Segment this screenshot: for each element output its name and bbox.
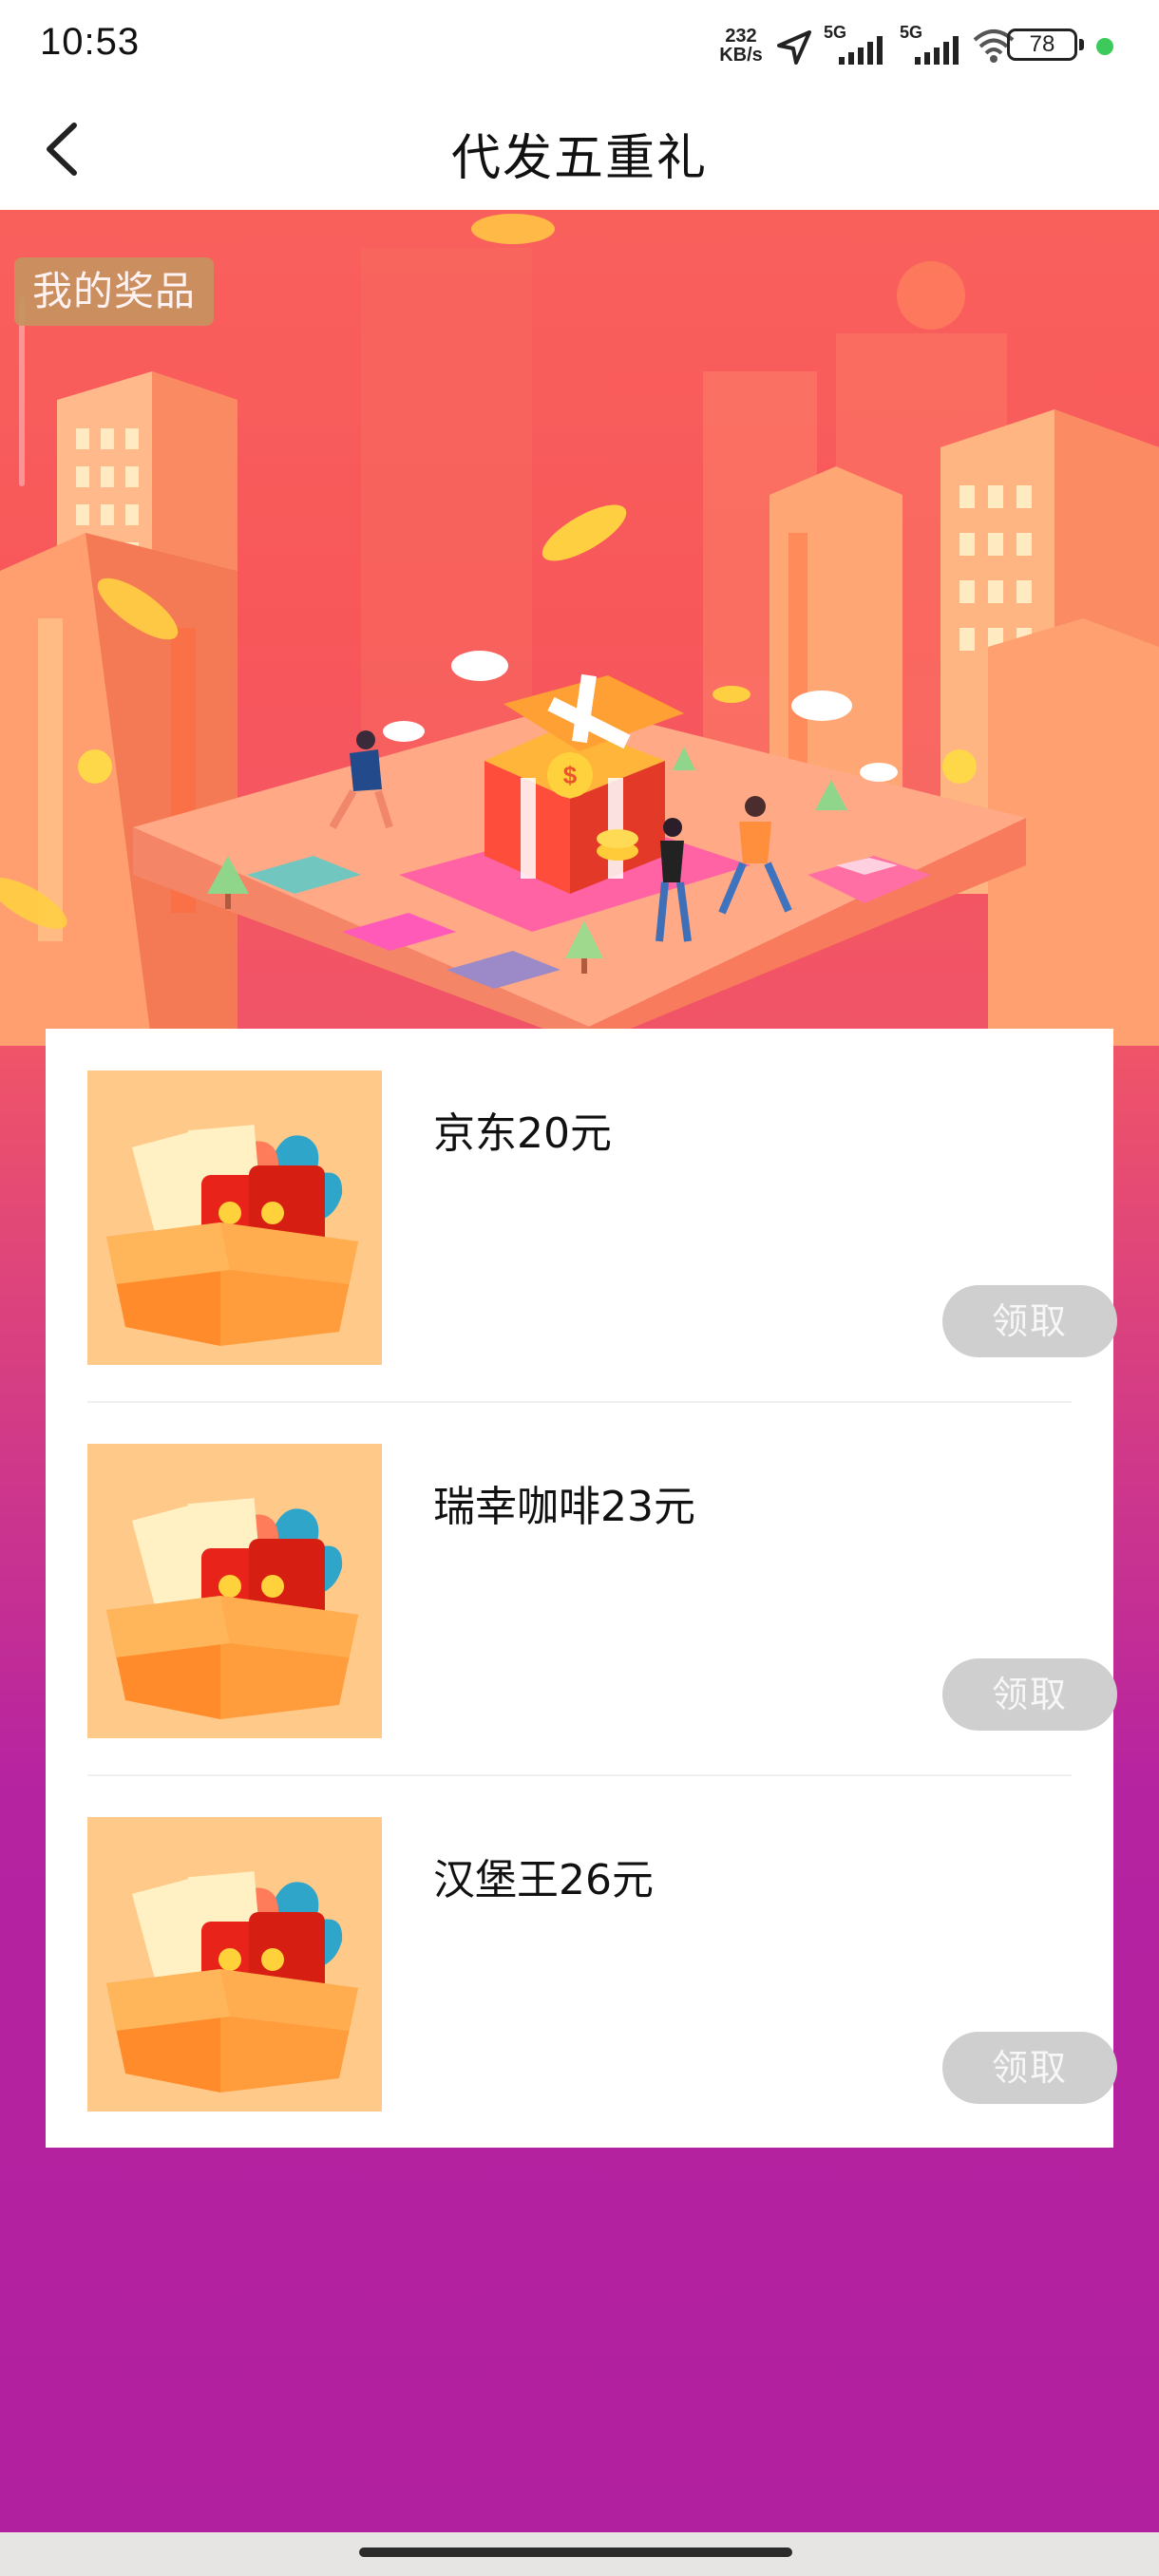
network-speed-unit: KB/s (719, 45, 763, 66)
prize-item-3: 汉堡王26元 领取 (87, 1775, 1117, 2112)
location-arrow-icon (777, 30, 811, 65)
network-speed: 232 KB/s (712, 27, 770, 65)
gift-box-icon (87, 1444, 382, 1738)
my-prizes-button[interactable]: 我的奖品 (14, 257, 214, 326)
signal-5g-icon: 5G (824, 23, 890, 65)
home-gesture-bar[interactable] (359, 2548, 792, 2557)
city-gift-illustration: $ (0, 214, 1159, 1046)
prize-item-2: 瑞幸咖啡23元 领取 (87, 1402, 1117, 1738)
prize-name: 京东20元 (433, 1109, 612, 1158)
status-bar: 10:53 232 KB/s 5G 5G 78 (0, 0, 1159, 95)
claim-button[interactable]: 领取 (942, 1285, 1117, 1357)
navigation-bar: 代发五重礼 (0, 95, 1159, 210)
prize-list-card: 京东20元 领取 瑞幸咖啡23元 领取 汉堡王26元 领取 (46, 1029, 1117, 2148)
privacy-indicator-dot (1096, 38, 1113, 55)
navigation-gesture-area (0, 2532, 1159, 2576)
gift-box-icon (87, 1817, 382, 2112)
gift-box-thumbnail (87, 1070, 382, 1365)
signal-5g-icon-2: 5G (900, 23, 966, 65)
page-title: 代发五重礼 (450, 130, 708, 187)
prize-name: 瑞幸咖啡23元 (433, 1483, 695, 1531)
prize-item-1: 京东20元 领取 (87, 1029, 1117, 1365)
gift-box-thumbnail (87, 1444, 382, 1738)
gift-box-icon (87, 1070, 382, 1365)
battery-indicator: 78 (1007, 28, 1084, 61)
prize-name: 汉堡王26元 (433, 1856, 654, 1904)
gift-box-thumbnail (87, 1817, 382, 2112)
status-time: 10:53 (40, 21, 141, 63)
svg-text:$: $ (563, 761, 578, 789)
network-speed-value: 232 (725, 26, 757, 47)
claim-button[interactable]: 领取 (942, 1658, 1117, 1731)
claim-button[interactable]: 领取 (942, 2032, 1117, 2104)
